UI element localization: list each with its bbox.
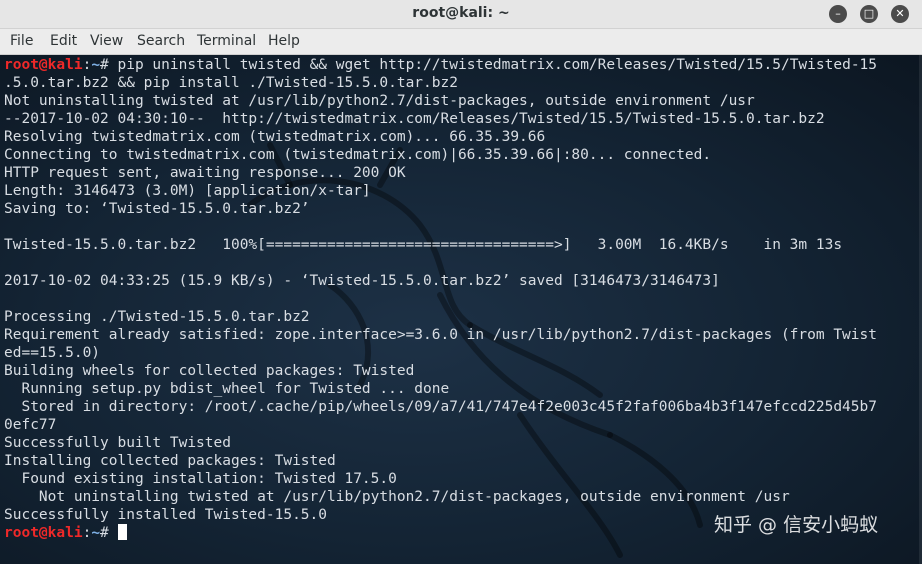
output-line: Found existing installation: Twisted 17.… (4, 470, 920, 488)
menu-edit[interactable]: Edit (50, 33, 77, 49)
line-text: Twisted-15.5.0.tar.bz2 100%[============… (4, 237, 843, 253)
text-cursor (117, 524, 127, 540)
output-line: .5.0.tar.bz2 && pip install ./Twisted-15… (4, 74, 920, 92)
output-line: Requirement already satisfied: zope.inte… (4, 326, 920, 344)
output-line: Running setup.py bdist_wheel for Twisted… (4, 380, 920, 398)
terminal-output: root@kali:~# pip uninstall twisted && wg… (4, 56, 920, 542)
menu-file[interactable]: File (10, 33, 33, 49)
line-text: Resolving twistedmatrix.com (twistedmatr… (4, 129, 546, 145)
line-text: 2017-10-02 04:33:25 (15.9 KB/s) - ‘Twist… (4, 273, 720, 289)
close-icon[interactable]: ✕ (891, 5, 909, 23)
prompt-user: root@kali (4, 525, 83, 541)
maximize-icon[interactable]: □ (860, 5, 878, 23)
line-text: ed==15.5.0) (4, 345, 101, 361)
line-text: pip uninstall twisted && wget http://twi… (117, 57, 878, 73)
menu-view[interactable]: View (90, 33, 123, 49)
line-text: Not uninstalling twisted at /usr/lib/pyt… (4, 93, 755, 109)
output-line: Building wheels for collected packages: … (4, 362, 920, 380)
output-line: Not uninstalling twisted at /usr/lib/pyt… (4, 92, 920, 110)
output-line: Length: 3146473 (3.0M) [application/x-ta… (4, 182, 920, 200)
menu-terminal[interactable]: Terminal (197, 33, 256, 49)
line-text: Saving to: ‘Twisted-15.5.0.tar.bz2’ (4, 201, 310, 217)
prompt-user: root@kali (4, 57, 83, 73)
line-text: Length: 3146473 (3.0M) [application/x-ta… (4, 183, 371, 199)
line-text: Running setup.py bdist_wheel for Twisted… (4, 381, 450, 397)
menu-help[interactable]: Help (268, 33, 300, 49)
output-line: Saving to: ‘Twisted-15.5.0.tar.bz2’ (4, 200, 920, 218)
prompt-line: root@kali:~# pip uninstall twisted && wg… (4, 56, 920, 74)
line-text: Installing collected packages: Twisted (4, 453, 336, 469)
prompt-path: ~ (91, 525, 101, 541)
terminal-window: root@kali: ~ – □ ✕ File Edit View Search… (0, 0, 922, 564)
line-text: Successfully built Twisted (4, 435, 231, 451)
output-line: Twisted-15.5.0.tar.bz2 100%[============… (4, 236, 920, 254)
terminal-area[interactable]: root@kali:~# pip uninstall twisted && wg… (0, 55, 922, 564)
output-line: --2017-10-02 04:30:10-- http://twistedma… (4, 110, 920, 128)
minimize-icon[interactable]: – (829, 5, 847, 23)
window-title: root@kali: ~ (412, 5, 510, 21)
output-line: Installing collected packages: Twisted (4, 452, 920, 470)
output-line: Stored in directory: /root/.cache/pip/wh… (4, 398, 920, 416)
menu-search[interactable]: Search (137, 33, 185, 49)
output-line: 0efc77 (4, 416, 920, 434)
prompt-separator: : (82, 525, 92, 541)
output-line: ed==15.5.0) (4, 344, 920, 362)
prompt-path: ~ (91, 57, 101, 73)
prompt-symbol: # (100, 525, 118, 541)
line-text: .5.0.tar.bz2 && pip install ./Twisted-15… (4, 75, 458, 91)
line-text: HTTP request sent, awaiting response... … (4, 165, 406, 181)
output-line: Successfully built Twisted (4, 434, 920, 452)
title-bar[interactable]: root@kali: ~ – □ ✕ (0, 0, 922, 29)
watermark: 知乎 @ 信安小蚂蚁 (714, 514, 879, 536)
output-line: 2017-10-02 04:33:25 (15.9 KB/s) - ‘Twist… (4, 272, 920, 290)
line-text: Successfully installed Twisted-15.5.0 (4, 507, 328, 523)
output-line: Connecting to twistedmatrix.com (twisted… (4, 146, 920, 164)
output-line: Not uninstalling twisted at /usr/lib/pyt… (4, 488, 920, 506)
line-text: 0efc77 (4, 417, 57, 433)
line-text: Found existing installation: Twisted 17.… (4, 471, 397, 487)
output-line: Processing ./Twisted-15.5.0.tar.bz2 (4, 308, 920, 326)
menu-bar: File Edit View Search Terminal Help (0, 29, 922, 55)
line-text: Building wheels for collected packages: … (4, 363, 415, 379)
line-text: Requirement already satisfied: zope.inte… (4, 327, 877, 343)
line-text: --2017-10-02 04:30:10-- http://twistedma… (4, 111, 825, 127)
output-line: Resolving twistedmatrix.com (twistedmatr… (4, 128, 920, 146)
prompt-separator: : (82, 57, 92, 73)
line-text: Stored in directory: /root/.cache/pip/wh… (4, 399, 877, 415)
output-line: HTTP request sent, awaiting response... … (4, 164, 920, 182)
prompt-symbol: # (100, 57, 118, 73)
line-text: Connecting to twistedmatrix.com (twisted… (4, 147, 712, 163)
line-text: Not uninstalling twisted at /usr/lib/pyt… (4, 489, 790, 505)
line-text: Processing ./Twisted-15.5.0.tar.bz2 (4, 309, 310, 325)
